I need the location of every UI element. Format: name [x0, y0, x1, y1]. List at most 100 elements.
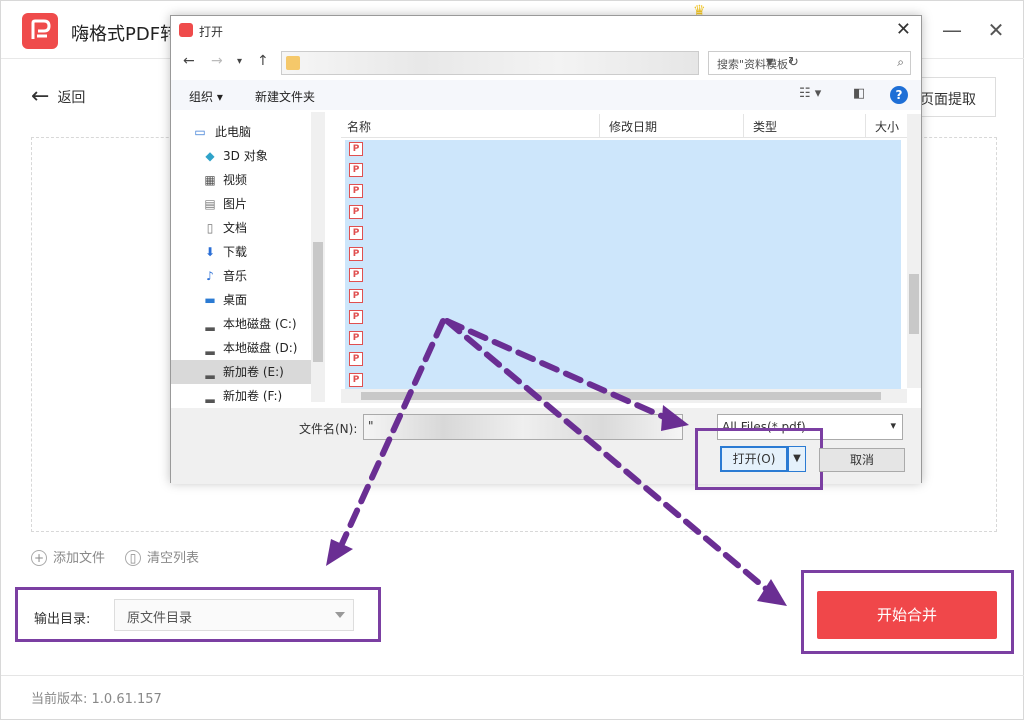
forward-icon[interactable]: → [211, 53, 223, 69]
tree-item-videos[interactable]: ▦ 视频 [171, 168, 311, 192]
back-label: 返回 [57, 90, 86, 106]
app-small-icon [179, 23, 193, 37]
view-options-icon[interactable]: ☷ ▾ [799, 86, 821, 101]
pdf-file-icon: P [349, 142, 363, 156]
file-name-label: 文件名(N): [299, 422, 358, 436]
app-title: 嗨格式PDF转 [71, 24, 171, 45]
tree-item-label: 音乐 [223, 269, 248, 283]
column-type[interactable]: 类型 [753, 118, 777, 135]
tree-item-label: 文档 [223, 221, 248, 235]
horizontal-scroll-thumb[interactable] [361, 392, 881, 400]
pdf-file-icon: P [349, 331, 363, 345]
arrowhead-icon [757, 579, 787, 606]
app-window: 嗨格式PDF转 ♛ — ✕ ← 返回 页面提取 + 添加文件 ▯ 清空列表 输出目录… [0, 0, 1024, 720]
plus-icon: + [31, 550, 47, 566]
pdf-file-icon: P [349, 373, 363, 387]
pdf-file-icon: P [349, 268, 363, 282]
column-name[interactable]: 名称 [347, 118, 371, 135]
tree-item-label: 此电脑 [215, 125, 252, 139]
tree-item-documents[interactable]: ▯ 文档 [171, 216, 311, 240]
chevron-down-icon: ▾ [890, 419, 896, 432]
tree-item-drive-c[interactable]: ▂ 本地磁盘 (C:) [171, 312, 311, 336]
tree-scrollbar[interactable] [311, 112, 325, 402]
tree-item-label: 图片 [223, 197, 248, 211]
tree-item-label: 本地磁盘 (C:) [223, 317, 297, 331]
tree-item-drive-d[interactable]: ▂ 本地磁盘 (D:) [171, 336, 311, 360]
drive-icon: ▂ [205, 317, 215, 331]
preview-pane-icon[interactable]: ◧ [853, 86, 865, 101]
clear-list-label: 清空列表 [147, 551, 200, 566]
clear-list-button[interactable]: ▯ 清空列表 [125, 547, 199, 566]
pdf-file-icon: P [349, 226, 363, 240]
navigation-tree: ▭ 此电脑 ◆ 3D 对象 ▦ 视频 ▤ 图片 ▯ 文档 ⬇ 下载 ♪ 音乐 ▬ 桌面 ▂ 本地磁… [171, 112, 323, 406]
tree-item-drive-e[interactable]: ▂ 新加卷 (E:) [171, 360, 311, 384]
help-icon[interactable]: ? [890, 86, 908, 104]
dialog-toolbar: 组织 ▾ 新建文件夹 ☷ ▾ ◧ ? [171, 80, 921, 110]
desktop-icon: ▬ [204, 293, 216, 307]
app-logo [22, 13, 58, 49]
list-scrollbar[interactable] [907, 114, 921, 388]
tree-item-drive-f[interactable]: ▂ 新加卷 (F:) [171, 384, 311, 406]
column-size[interactable]: 大小 [875, 118, 899, 135]
file-name-input[interactable]: " [363, 414, 683, 440]
start-merge-button[interactable]: 开始合并 [817, 591, 997, 639]
address-bar[interactable]: ▼ ↻ [281, 51, 799, 75]
merge-highlight: 开始合并 [801, 570, 1014, 654]
dialog-title: 打开 [199, 25, 224, 39]
column-divider [743, 114, 744, 138]
pdf-file-icon: P [349, 352, 363, 366]
tree-item-downloads[interactable]: ⬇ 下载 [171, 240, 311, 264]
tree-item-label: 下载 [223, 245, 248, 259]
file-actions: + 添加文件 ▯ 清空列表 [31, 547, 199, 566]
tree-item-this-pc[interactable]: ▭ 此电脑 [171, 120, 311, 144]
computer-icon: ▭ [194, 125, 206, 139]
pdf-file-icon: P [349, 163, 363, 177]
tree-item-label: 新加卷 (F:) [223, 389, 283, 403]
column-modified[interactable]: 修改日期 [609, 118, 657, 135]
tree-item-label: 桌面 [223, 293, 248, 307]
tree-item-label: 3D 对象 [223, 149, 268, 163]
output-value: 原文件目录 [127, 611, 193, 626]
document-icon: ▯ [206, 221, 214, 235]
video-icon: ▦ [204, 173, 216, 187]
list-header: 名称 修改日期 类型 大小 [341, 114, 907, 138]
add-file-label: 添加文件 [53, 551, 106, 566]
navigation-row: ← → ▾ ↑ ▼ ↻ 搜索"资料模板" ⌕ [171, 48, 921, 76]
tree-item-label: 视频 [223, 173, 248, 187]
pdf-file-icon: P [349, 184, 363, 198]
organize-menu[interactable]: 组织 ▾ [189, 88, 223, 105]
dialog-close-icon[interactable]: ✕ [896, 19, 911, 40]
tree-item-music[interactable]: ♪ 音乐 [171, 264, 311, 288]
close-icon[interactable]: ✕ [983, 17, 1009, 43]
search-icon: ⌕ [897, 55, 904, 69]
new-folder-button[interactable]: 新建文件夹 [255, 88, 315, 105]
back-icon[interactable]: ← [183, 53, 195, 69]
arrowhead-icon [326, 539, 353, 566]
horizontal-scrollbar[interactable] [341, 389, 907, 403]
open-dropdown-icon[interactable]: ▼ [788, 446, 806, 472]
open-file-dialog: 打开 ✕ ← → ▾ ↑ ▼ ↻ 搜索"资料模板" ⌕ 组织 ▾ 新建文件夹 ☷… [170, 15, 922, 490]
output-directory-select[interactable]: 原文件目录 [114, 599, 354, 631]
pdf-file-icon: P [349, 247, 363, 261]
tree-item-3d-objects[interactable]: ◆ 3D 对象 [171, 144, 311, 168]
selected-file-rows[interactable]: P P P P P P P P P P P P [345, 140, 901, 390]
cancel-button[interactable]: 取消 [819, 448, 905, 472]
recent-chevron-icon[interactable]: ▾ [237, 56, 242, 67]
output-directory-highlight: 输出目录: 原文件目录 [15, 587, 381, 642]
open-button[interactable]: 打开(O) [720, 446, 788, 472]
back-button[interactable]: ← 返回 [31, 84, 86, 109]
back-arrow-icon: ← [31, 84, 50, 109]
drive-icon: ▂ [205, 389, 215, 403]
tree-scroll-thumb[interactable] [313, 242, 323, 362]
minimize-icon[interactable]: — [939, 17, 965, 43]
tree-item-pictures[interactable]: ▤ 图片 [171, 192, 311, 216]
search-input[interactable]: 搜索"资料模板" ⌕ [708, 51, 911, 75]
up-icon[interactable]: ↑ [257, 53, 269, 69]
image-icon: ▤ [204, 197, 216, 211]
list-scroll-thumb[interactable] [909, 274, 919, 334]
music-icon: ♪ [206, 269, 214, 283]
tree-item-desktop[interactable]: ▬ 桌面 [171, 288, 311, 312]
output-label: 输出目录: [34, 612, 91, 627]
open-button-highlight: 打开(O) ▼ [695, 428, 823, 490]
add-file-button[interactable]: + 添加文件 [31, 547, 105, 566]
